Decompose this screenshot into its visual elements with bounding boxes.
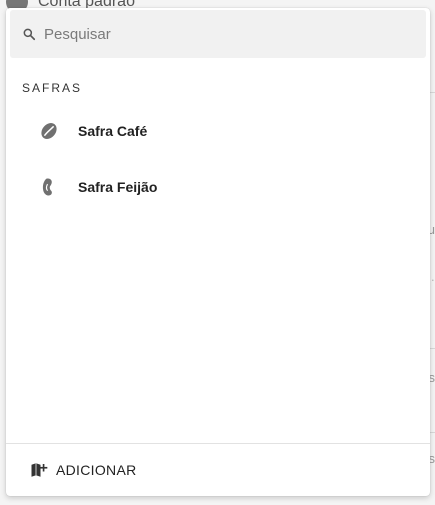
list-item-safra-cafe[interactable]: Safra Café — [6, 107, 430, 155]
bean-icon — [42, 178, 52, 196]
add-button[interactable]: ADICIONAR — [20, 454, 147, 486]
crop-selector-panel: SAFRAS Safra Café Safra Feijão ADICIONAR — [6, 8, 430, 496]
section-title: SAFRAS — [22, 81, 83, 95]
footer-divider — [6, 443, 430, 444]
search-box[interactable] — [10, 10, 426, 58]
add-map-icon — [31, 463, 48, 477]
add-button-label: ADICIONAR — [56, 462, 137, 478]
coffee-bean-icon — [41, 123, 57, 139]
list-item-safra-feijao[interactable]: Safra Feijão — [6, 163, 430, 211]
search-input[interactable] — [44, 25, 384, 43]
search-icon — [23, 28, 36, 41]
background-fragment: · — [430, 272, 435, 287]
list-item-label: Safra Feijão — [78, 179, 158, 195]
list-item-label: Safra Café — [78, 123, 148, 139]
